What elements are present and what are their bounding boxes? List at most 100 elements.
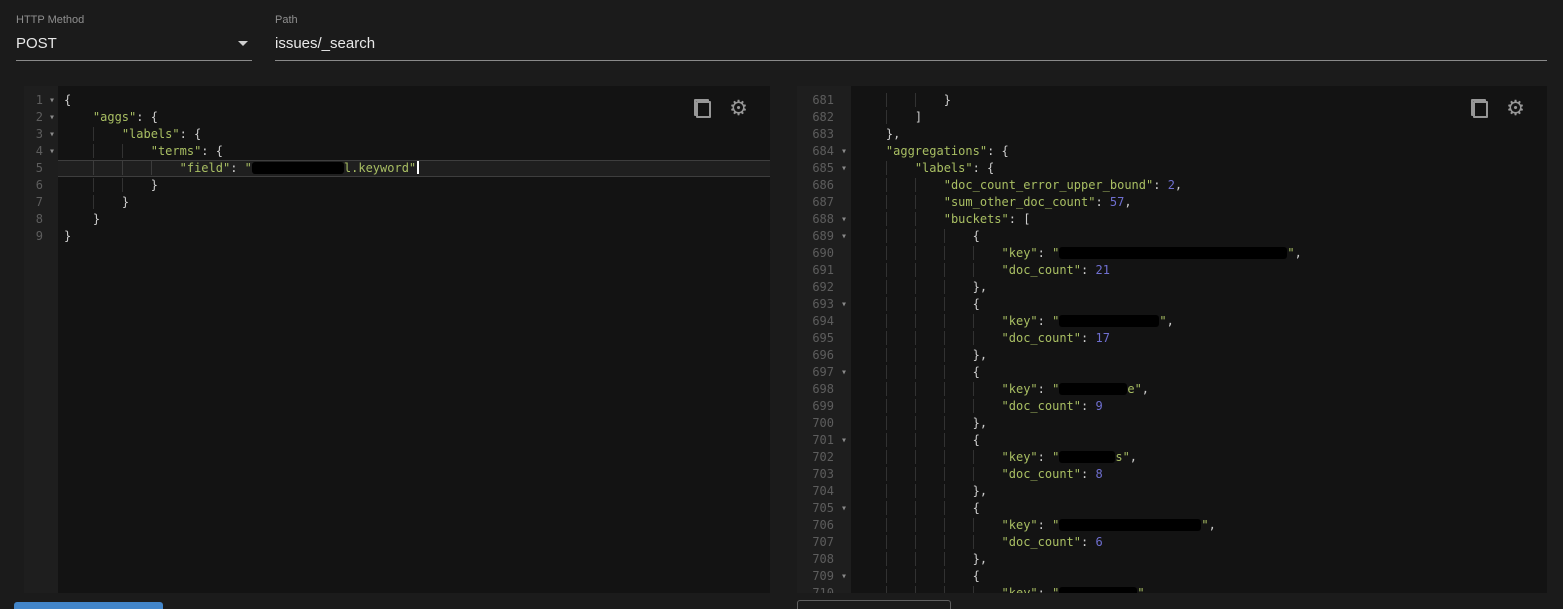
path-label: Path xyxy=(275,14,298,26)
fold-toggle-icon[interactable]: ▾ xyxy=(837,228,851,245)
line-number: 696 xyxy=(812,348,834,362)
line-number: 710 xyxy=(812,586,834,593)
gutter-spacer xyxy=(837,279,851,296)
fold-toggle-icon[interactable]: ▾ xyxy=(46,92,58,109)
code-text: }, xyxy=(851,347,1547,364)
line-number: 693 xyxy=(812,297,834,311)
http-method-label: HTTP Method xyxy=(16,14,85,26)
code-text: "buckets": [ xyxy=(851,211,1547,228)
code-line: 691 "doc_count": 21 xyxy=(797,262,1547,279)
line-number: 7 xyxy=(35,195,43,209)
text-cursor xyxy=(417,161,420,174)
line-number: 683 xyxy=(812,127,834,141)
line-number: 705 xyxy=(812,501,834,515)
code-line: 705 ▾ { xyxy=(797,500,1547,517)
code-line: 1 ▾ { xyxy=(24,92,770,109)
request-body-editor[interactable]: 1 ▾{2 ▾ "aggs": {3 ▾ "labels": {4 ▾ "terms":… xyxy=(24,86,770,593)
dropdown-caret-icon xyxy=(238,40,248,46)
gutter-spacer xyxy=(46,160,58,177)
code-line: 4 ▾ "terms": { xyxy=(24,143,770,160)
fold-toggle-icon[interactable]: ▾ xyxy=(46,126,58,143)
code-line: 684 ▾ "aggregations": { xyxy=(797,143,1547,160)
code-text: { xyxy=(851,568,1547,585)
code-text: { xyxy=(851,296,1547,313)
code-line: 697 ▾ { xyxy=(797,364,1547,381)
code-text: "doc_count": 21 xyxy=(851,262,1547,279)
code-line: 690 "key": " ", xyxy=(797,245,1547,262)
code-text: "key": " ", xyxy=(851,313,1547,330)
response-viewer-editor[interactable]: 681 } 682 ] 683 }, 684 ▾ "aggregations": {68… xyxy=(797,86,1547,593)
line-number: 697 xyxy=(812,365,834,379)
code-line: 9} xyxy=(24,228,770,245)
settings-gear-icon[interactable]: ⚙ xyxy=(1506,98,1525,119)
code-text: }, xyxy=(851,415,1547,432)
path-input[interactable]: Path issues/_search xyxy=(275,14,1547,61)
code-line: 700 }, xyxy=(797,415,1547,432)
fold-toggle-icon[interactable]: ▾ xyxy=(837,500,851,517)
code-line: 6 } xyxy=(24,177,770,194)
fold-toggle-icon[interactable]: ▾ xyxy=(46,109,58,126)
code-text: }, xyxy=(885,127,901,141)
gutter-spacer xyxy=(837,194,851,211)
code-text: "key": " " xyxy=(851,585,1547,593)
code-text: "key": " e", xyxy=(851,381,1547,398)
gutter-spacer xyxy=(837,449,851,466)
code-line: 685 ▾ "labels": { xyxy=(797,160,1547,177)
fold-toggle-icon[interactable]: ▾ xyxy=(837,364,851,381)
code-text: } xyxy=(58,194,770,211)
code-text: }, xyxy=(851,551,1547,568)
code-line: 702 "key": " s", xyxy=(797,449,1547,466)
gutter-spacer xyxy=(837,313,851,330)
code-line: 692 }, xyxy=(797,279,1547,296)
code-line: 696 }, xyxy=(797,347,1547,364)
code-text: { xyxy=(851,432,1547,449)
gutter-spacer xyxy=(837,534,851,551)
code-text: } xyxy=(64,229,72,243)
code-text: "doc_count_error_upper_bound": 2, xyxy=(851,177,1547,194)
fold-toggle-icon[interactable]: ▾ xyxy=(837,143,851,160)
request-config-bar: HTTP Method POST Path issues/_search xyxy=(0,0,1563,70)
redacted-text xyxy=(1059,247,1288,259)
line-number: 702 xyxy=(812,450,834,464)
fold-toggle-icon[interactable]: ▾ xyxy=(46,143,58,160)
line-number: 701 xyxy=(812,433,834,447)
submit-request-button[interactable] xyxy=(14,602,163,609)
http-method-select[interactable]: HTTP Method POST xyxy=(16,14,252,61)
code-line: 695 "doc_count": 17 xyxy=(797,330,1547,347)
fold-toggle-icon[interactable]: ▾ xyxy=(837,568,851,585)
fold-toggle-icon[interactable]: ▾ xyxy=(837,296,851,313)
line-number: 691 xyxy=(812,263,834,277)
redacted-text xyxy=(1059,383,1128,395)
fold-toggle-icon[interactable]: ▾ xyxy=(837,160,851,177)
line-number: 2 xyxy=(35,110,43,124)
code-line: 681 } xyxy=(797,92,1547,109)
line-number: 681 xyxy=(812,93,834,107)
editor-toolbar: ⚙ xyxy=(1470,98,1525,119)
response-code-lines: 681 } 682 ] 683 }, 684 ▾ "aggregations": {68… xyxy=(797,92,1547,593)
editor-toolbar: ⚙ xyxy=(693,98,748,119)
code-text: } xyxy=(92,212,101,226)
code-text: "doc_count": 6 xyxy=(851,534,1547,551)
line-number: 706 xyxy=(812,518,834,532)
line-number: 3 xyxy=(35,127,43,141)
copy-icon[interactable] xyxy=(1470,99,1489,118)
code-line: 709 ▾ { xyxy=(797,568,1547,585)
download-json-button[interactable]: DOWNLOAD AS JSON xyxy=(797,600,951,609)
fold-toggle-icon[interactable]: ▾ xyxy=(837,432,851,449)
code-text: { xyxy=(851,364,1547,381)
code-text: "field": " l.keyword" xyxy=(58,160,770,177)
gutter-spacer xyxy=(46,194,58,211)
gutter-spacer xyxy=(837,330,851,347)
line-number: 709 xyxy=(812,569,834,583)
fold-toggle-icon[interactable]: ▾ xyxy=(837,211,851,228)
line-number: 699 xyxy=(812,399,834,413)
code-text: "key": " ", xyxy=(851,517,1547,534)
settings-gear-icon[interactable]: ⚙ xyxy=(729,98,748,119)
copy-icon[interactable] xyxy=(693,99,712,118)
line-number: 698 xyxy=(812,382,834,396)
gutter-spacer xyxy=(837,347,851,364)
redacted-text xyxy=(1059,451,1116,463)
code-text: "labels": { xyxy=(851,160,1547,177)
line-number: 685 xyxy=(812,161,834,175)
code-text: { xyxy=(851,500,1547,517)
